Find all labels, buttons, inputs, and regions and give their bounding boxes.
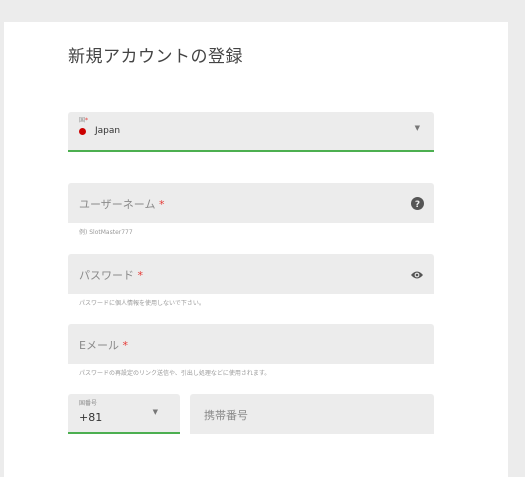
country-code-label: 国番号: [79, 400, 98, 407]
eye-icon[interactable]: [410, 266, 424, 285]
country-select[interactable]: 国* Japan ▼: [68, 112, 434, 152]
password-helper: パスワードに個人情報を使用しないで下さい。: [79, 300, 205, 307]
email-placeholder: Eメール *: [79, 339, 128, 352]
country-label: 国*: [79, 117, 89, 124]
country-code-value: +81: [79, 411, 103, 424]
country-code-select[interactable]: 国番号 +81 ▼: [68, 394, 180, 434]
page-title: 新規アカウントの登録: [68, 47, 243, 67]
password-placeholder: パスワード *: [79, 269, 143, 282]
phone-number-placeholder: 携帯番号: [204, 409, 248, 422]
username-placeholder: ユーザーネーム *: [79, 198, 165, 211]
svg-text:?: ?: [415, 200, 420, 210]
chevron-down-icon[interactable]: ▼: [153, 408, 158, 416]
password-field[interactable]: パスワード *: [68, 254, 434, 294]
username-field[interactable]: ユーザーネーム * ?: [68, 183, 434, 223]
email-helper: パスワードの再設定のリンク送信や、引出し処理などに使用されます。: [79, 370, 271, 377]
help-icon[interactable]: ?: [411, 195, 424, 214]
chevron-down-icon[interactable]: ▼: [415, 124, 420, 132]
phone-number-field[interactable]: 携帯番号: [190, 394, 434, 434]
country-value: Japan: [95, 126, 121, 136]
username-helper: 例) SlotMaster777: [79, 229, 133, 236]
japan-flag-icon: [79, 127, 86, 135]
email-field[interactable]: Eメール *: [68, 324, 434, 364]
